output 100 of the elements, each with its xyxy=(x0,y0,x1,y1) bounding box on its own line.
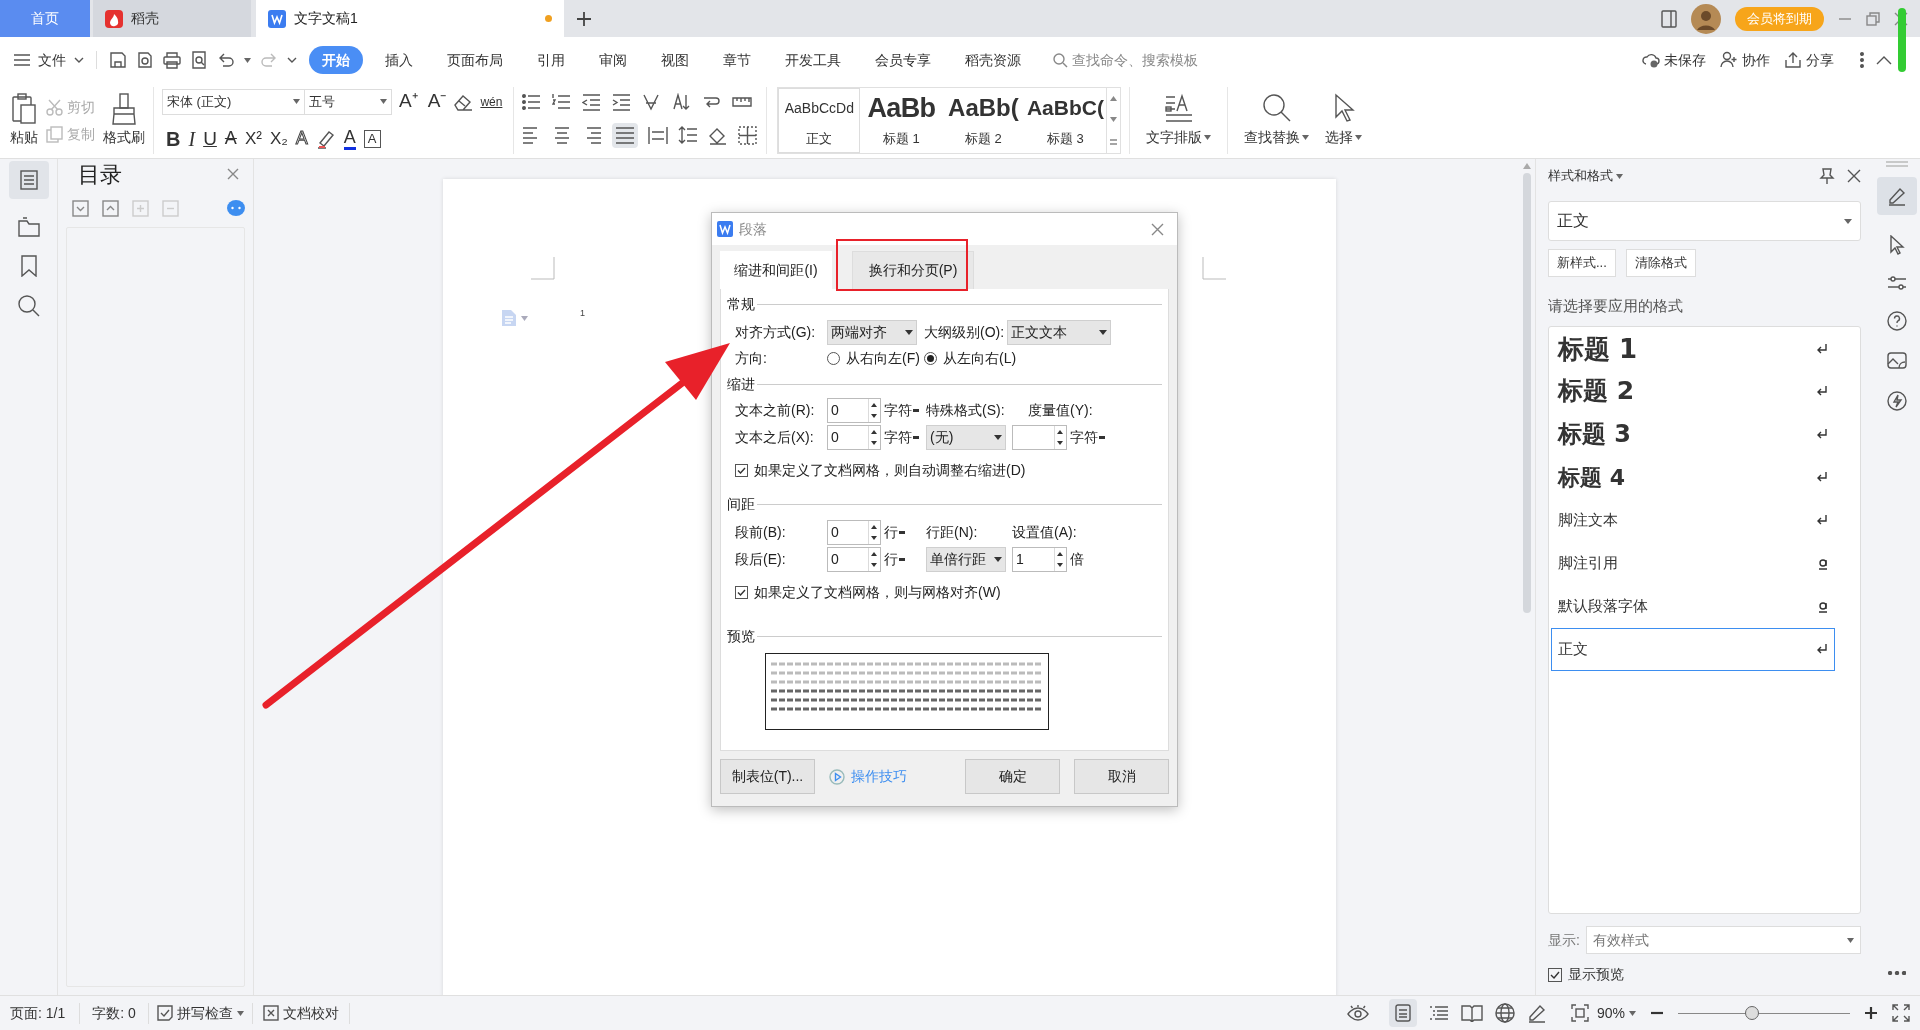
indent-icon[interactable] xyxy=(612,93,633,111)
spacing-before-field[interactable]: 0 xyxy=(827,520,881,545)
close-icon[interactable] xyxy=(1847,169,1861,183)
text-layout-button[interactable]: 文字排版 xyxy=(1138,83,1220,158)
pin-icon[interactable] xyxy=(1819,168,1835,184)
style-option[interactable]: AaBbC( 标题 3 xyxy=(1024,88,1107,153)
style-list-item[interactable]: 标题 2 xyxy=(1551,369,1835,413)
ribbon-tab[interactable]: 稻壳资源 xyxy=(951,46,1035,74)
distribute-icon[interactable] xyxy=(648,126,669,145)
format-button[interactable]: A xyxy=(343,127,356,151)
format-button[interactable]: U xyxy=(203,124,217,153)
page-view-button[interactable] xyxy=(1388,999,1417,1027)
cursor-icon[interactable] xyxy=(1888,235,1905,255)
unit-menu[interactable]: 行 xyxy=(884,522,926,543)
direction-radio[interactable]: 从右向左(F) xyxy=(827,348,924,369)
unit-menu[interactable]: 倍 xyxy=(1070,549,1084,570)
menu-icon[interactable] xyxy=(14,54,30,66)
find-replace-button[interactable]: 查找替换 xyxy=(1236,83,1318,158)
line-spacing-dropdown[interactable]: 单倍行距 xyxy=(926,547,1006,572)
measure-field[interactable] xyxy=(1012,425,1067,450)
eraser-icon[interactable] xyxy=(453,92,474,111)
undo-icon[interactable] xyxy=(217,52,235,68)
indent-after-field[interactable]: 0 xyxy=(827,425,881,450)
expand-all-icon[interactable] xyxy=(72,199,89,217)
unit-menu[interactable]: 字符 xyxy=(884,400,926,421)
style-list-item[interactable]: 脚注引用 xyxy=(1551,541,1835,585)
document-logo-icon[interactable] xyxy=(268,9,286,28)
bookmark-icon[interactable] xyxy=(20,255,37,277)
format-button[interactable]: X² xyxy=(244,126,262,152)
ribbon-tab[interactable]: 引用 xyxy=(523,46,579,74)
line-spacing-icon[interactable] xyxy=(678,126,699,145)
restore-icon[interactable] xyxy=(1866,11,1880,26)
borders-icon[interactable] xyxy=(738,126,759,145)
panel-title[interactable]: 样式和格式 xyxy=(1548,166,1623,186)
shading-icon[interactable] xyxy=(708,126,729,145)
collapse-icon[interactable] xyxy=(1876,55,1892,65)
justify-button[interactable] xyxy=(612,123,639,148)
style-list-item[interactable]: 标题 1 xyxy=(1551,328,1835,370)
style-option[interactable]: AaBbCcDd 正文 xyxy=(778,88,861,153)
spell-check-button[interactable]: 拼写检查 xyxy=(148,1002,253,1024)
scroll-down-icon[interactable] xyxy=(1110,117,1118,123)
clear-format-button[interactable]: 清除格式 xyxy=(1625,249,1696,277)
toolbar-button[interactable]: 协作 xyxy=(1720,49,1770,71)
ribbon-tab[interactable]: 开发工具 xyxy=(771,46,855,74)
folder-icon[interactable] xyxy=(17,217,40,237)
document-tab[interactable]: 文字文稿1 xyxy=(256,0,564,37)
select-button[interactable]: 选择 xyxy=(1317,83,1371,158)
indent-before-field[interactable]: 0 xyxy=(827,398,881,423)
cancel-button[interactable]: 取消 xyxy=(1074,759,1169,794)
bullet-list-icon[interactable] xyxy=(522,93,543,111)
numbered-list-icon[interactable] xyxy=(552,93,573,111)
zoom-in-icon[interactable] xyxy=(1864,1006,1878,1020)
style-list-item[interactable]: 标题 4 xyxy=(1551,455,1835,499)
outline-level-dropdown[interactable]: 正文文本 xyxy=(1007,320,1111,345)
font-tool-button[interactable]: A⁺ xyxy=(396,87,421,116)
spacing-after-field[interactable]: 0 xyxy=(827,547,881,572)
new-style-button[interactable]: 新样式... xyxy=(1548,249,1616,277)
spacing-value-field[interactable]: 1 xyxy=(1012,547,1067,572)
close-icon[interactable] xyxy=(1151,222,1164,236)
format-button[interactable]: X₂ xyxy=(269,126,288,152)
zoom-menu[interactable]: 90% xyxy=(1596,1002,1636,1024)
font-name-field[interactable]: 宋体 (正文) xyxy=(162,88,305,115)
style-option[interactable]: AaBb 标题 1 xyxy=(860,88,943,153)
current-style-field[interactable]: 正文 xyxy=(1548,201,1861,241)
format-button[interactable]: A xyxy=(224,125,237,153)
help-icon[interactable] xyxy=(1886,311,1907,331)
ribbon-tab[interactable]: 审阅 xyxy=(585,46,641,74)
document-tab[interactable]: 稻壳 xyxy=(93,0,251,37)
print-preview-icon[interactable] xyxy=(190,51,208,69)
show-filter-field[interactable]: 有效样式 xyxy=(1585,926,1861,954)
tablet-icon[interactable] xyxy=(1661,9,1677,28)
book-icon[interactable] xyxy=(1460,1004,1483,1022)
close-icon[interactable] xyxy=(227,168,239,180)
fullscreen-icon[interactable] xyxy=(1892,1004,1910,1022)
style-pane-button[interactable] xyxy=(1876,177,1917,215)
avatar-icon[interactable] xyxy=(1691,3,1721,34)
outdent-icon[interactable] xyxy=(582,93,603,111)
scroll-up-icon[interactable] xyxy=(1110,96,1118,102)
dialog-tab[interactable]: 换行和分页(P) xyxy=(852,251,974,289)
globe-icon[interactable] xyxy=(1494,1003,1515,1023)
ribbon-tab[interactable]: 会员专享 xyxy=(861,46,945,74)
file-menu[interactable]: 文件 xyxy=(14,49,84,71)
font-tool-button[interactable]: A⁻ xyxy=(424,87,450,116)
save-icon[interactable] xyxy=(109,51,127,69)
pen-icon[interactable] xyxy=(1526,1003,1547,1023)
font-size-field[interactable]: 五号 xyxy=(304,88,392,115)
print-icon[interactable] xyxy=(163,51,181,69)
highlighter-icon[interactable] xyxy=(315,128,336,149)
ok-button[interactable]: 确定 xyxy=(965,759,1060,794)
more-icon[interactable] xyxy=(1887,971,1906,975)
format-painter-button[interactable]: 格式刷 xyxy=(103,93,145,148)
option-checkbox[interactable]: 如果定义了文档网格，则自动调整右缩进(D) xyxy=(727,461,1162,479)
command-search-field[interactable]: 查找命令、搜索模板 xyxy=(1053,46,1232,74)
preview-checkbox[interactable]: 显示预览 xyxy=(1548,964,1861,985)
special-format-dropdown[interactable]: (无) xyxy=(926,425,1006,450)
paste-button[interactable]: 粘贴 xyxy=(10,93,38,148)
font-tool-button[interactable]: wén xyxy=(477,92,506,111)
caret-icon[interactable] xyxy=(244,57,251,63)
unit-menu[interactable]: 行 xyxy=(884,549,926,570)
format-button[interactable]: A xyxy=(295,125,308,153)
